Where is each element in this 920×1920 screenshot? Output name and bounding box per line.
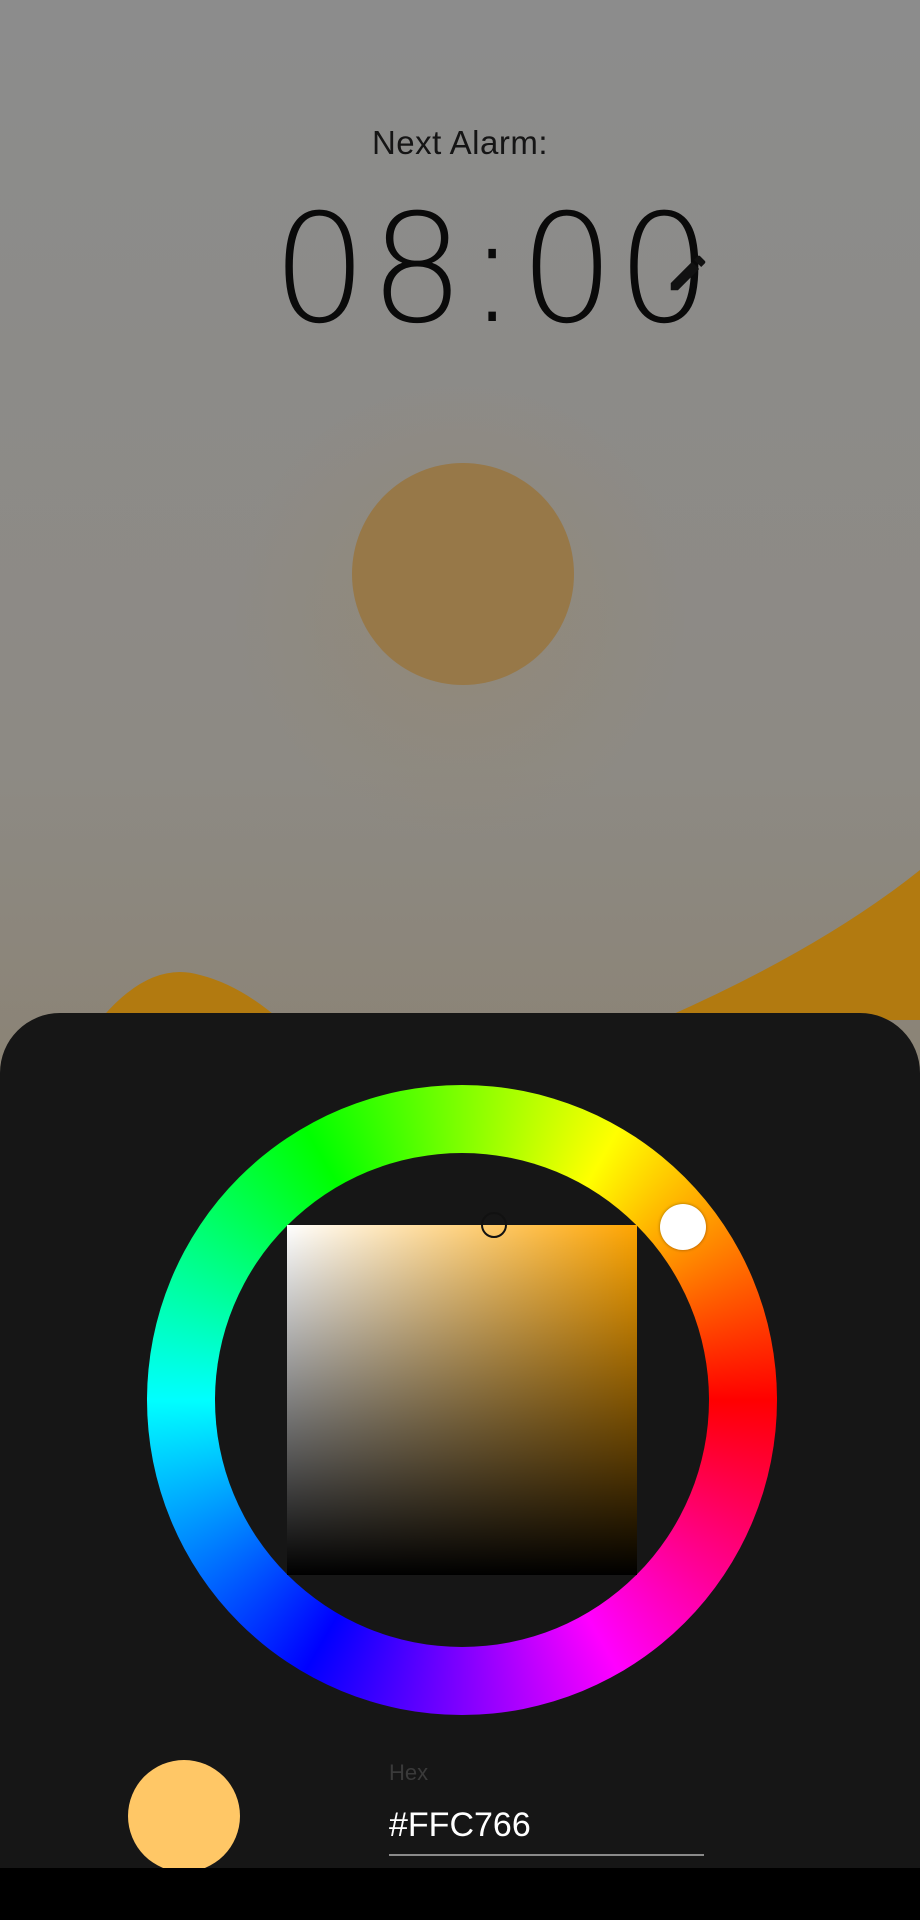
hue-handle[interactable] — [660, 1204, 706, 1250]
alarm-screen: Next Alarm: 08:00 Hex — [0, 0, 920, 1920]
selected-color-swatch — [128, 1760, 240, 1872]
hex-label: Hex — [389, 1760, 429, 1785]
color-wheel — [147, 1085, 777, 1715]
alarm-time[interactable]: 08:00 — [272, 195, 714, 345]
pencil-icon[interactable] — [665, 250, 711, 296]
saturation-value-square[interactable] — [287, 1225, 637, 1575]
system-nav-bar — [0, 1868, 920, 1920]
hex-input[interactable] — [389, 1796, 704, 1856]
sun-illustration — [352, 463, 574, 685]
alarm-time-row: 08:00 — [0, 195, 920, 345]
right-hill — [660, 870, 920, 1020]
next-alarm-label: Next Alarm: — [371, 124, 549, 161]
saturation-value-handle[interactable] — [481, 1212, 507, 1238]
